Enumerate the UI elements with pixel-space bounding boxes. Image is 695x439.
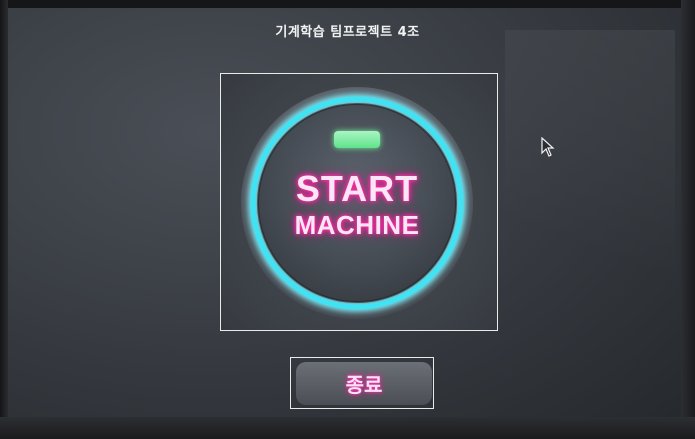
monitor-bezel-bottom — [0, 417, 695, 439]
monitor-bezel-left — [0, 0, 8, 439]
end-button[interactable]: 종료 — [296, 362, 432, 405]
machine-label: MACHINE — [294, 210, 420, 240]
monitor-bezel-right — [681, 0, 695, 439]
end-button-label: 종료 — [345, 373, 383, 397]
status-led-icon — [334, 131, 380, 148]
mouse-pointer-icon — [541, 136, 555, 161]
start-label: START — [295, 168, 419, 209]
monitor-bezel-top — [0, 0, 695, 8]
screen-glare — [505, 30, 675, 330]
window-title: 기계학습 팀프로젝트 4조 — [275, 25, 420, 40]
